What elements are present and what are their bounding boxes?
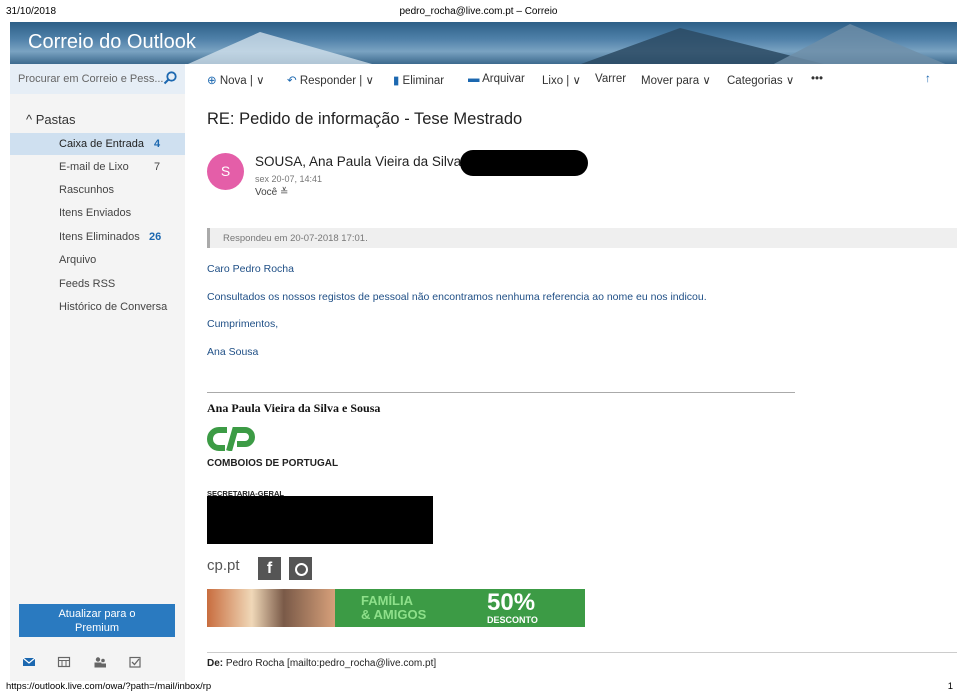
- body-closing: Cumprimentos,: [207, 318, 279, 330]
- promo-title: FAMÍLIA & AMIGOS: [361, 594, 426, 622]
- signature-name: Ana Paula Vieira da Silva e Sousa: [207, 401, 381, 415]
- promo-line2: & AMIGOS: [361, 607, 427, 622]
- app-banner: Correio do Outlook: [10, 22, 957, 64]
- folder-label: E-mail de Lixo: [59, 161, 129, 173]
- avatar[interactable]: S: [207, 153, 244, 190]
- quoted-from-label: De:: [207, 658, 224, 669]
- folder-count: 4: [154, 138, 161, 150]
- folders-header-label: Pastas: [35, 112, 76, 127]
- cp-logo: [207, 427, 255, 451]
- quoted-from-value: Pedro Rocha [mailto:pedro_rocha@live.com…: [225, 658, 437, 669]
- mountain-graphic: [770, 24, 950, 64]
- company-name: COMBOIOS DE PORTUGAL: [207, 458, 339, 469]
- reply-icon: ↶: [287, 75, 297, 87]
- recipient[interactable]: Você ≚: [255, 187, 288, 198]
- folder-drafts[interactable]: Rascunhos: [10, 179, 185, 201]
- upgrade-premium-button[interactable]: Atualizar para o Premium: [19, 604, 175, 637]
- upgrade-line1: Atualizar para o: [58, 608, 136, 620]
- folder-label: Rascunhos: [59, 184, 115, 196]
- promo-banner[interactable]: FAMÍLIA & AMIGOS 50% DESCONTO: [207, 589, 585, 627]
- sender-name[interactable]: SOUSA, Ana Paula Vieira da Silva e: [255, 154, 472, 169]
- print-page-number: 1: [947, 681, 953, 692]
- body-sign: Ana Sousa: [207, 346, 259, 358]
- folder-conversation-history[interactable]: Histórico de Conversa: [10, 296, 185, 318]
- folder-label: Arquivo: [59, 254, 97, 266]
- folder-label: Caixa de Entrada: [59, 138, 144, 150]
- folder-label: Feeds RSS: [59, 278, 116, 290]
- module-switcher: [22, 652, 159, 668]
- upgrade-line2: Premium: [74, 622, 119, 634]
- promo-percent: 50%: [487, 589, 536, 616]
- print-url: https://outlook.live.com/owa/?path=/mail…: [6, 681, 212, 692]
- folder-inbox[interactable]: Caixa de Entrada 4: [10, 133, 185, 155]
- replied-notice: Respondeu em 20-07-2018 17:01.: [207, 228, 957, 248]
- folder-label: Itens Eliminados: [59, 231, 140, 243]
- sweep-label: Varrer: [595, 73, 627, 85]
- print-title: pedro_rocha@live.com.pt – Correio: [399, 6, 558, 17]
- mountain-graphic: [170, 32, 400, 64]
- body-greeting: Caro Pedro Rocha: [207, 263, 294, 275]
- up-arrow-icon[interactable]: ↑: [925, 73, 931, 85]
- more-button[interactable]: •••: [811, 73, 823, 85]
- print-header: 31/10/2018 pedro_rocha@live.com.pt – Cor…: [0, 0, 957, 22]
- folder-deleted[interactable]: Itens Eliminados 26: [10, 226, 185, 248]
- people-icon[interactable]: [93, 655, 107, 668]
- sweep-button[interactable]: Varrer: [595, 73, 626, 85]
- plus-circle-icon: ⊕: [207, 75, 217, 87]
- chevron-up-icon: ^: [26, 112, 33, 127]
- folders-header[interactable]: ^ Pastas: [26, 112, 75, 127]
- new-button[interactable]: ⊕ Nova | ∨: [207, 73, 265, 87]
- instagram-icon[interactable]: [289, 557, 312, 580]
- trash-icon: ▮: [393, 75, 400, 87]
- folder-sent[interactable]: Itens Enviados: [10, 202, 185, 224]
- redaction: [460, 150, 588, 176]
- categories-button[interactable]: Categorias ∨: [727, 73, 794, 87]
- message-subject: RE: Pedido de informação - Tese Mestrado: [207, 110, 523, 128]
- folder-label: Itens Enviados: [59, 207, 132, 219]
- folder-archive[interactable]: Arquivo: [10, 249, 185, 271]
- quote-divider: [207, 652, 957, 653]
- quoted-from: De: Pedro Rocha [mailto:pedro_rocha@live…: [207, 658, 436, 669]
- print-footer: https://outlook.live.com/owa/?path=/mail…: [6, 681, 957, 692]
- folder-label: Histórico de Conversa: [59, 301, 168, 313]
- delete-button[interactable]: ▮ Eliminar: [393, 73, 444, 87]
- site-link[interactable]: cp.pt: [207, 557, 240, 574]
- archive-button[interactable]: ▬ Arquivar: [468, 73, 525, 85]
- promo-line1: FAMÍLIA: [361, 593, 413, 608]
- folder-count: 7: [154, 161, 161, 173]
- reply-label: Responder: [299, 75, 357, 87]
- folder-rss[interactable]: Feeds RSS: [10, 273, 185, 295]
- calendar-icon[interactable]: [57, 655, 71, 667]
- app-brand[interactable]: Correio do Outlook: [28, 31, 196, 54]
- archive-icon: ▬: [468, 73, 480, 85]
- move-label: Mover para: [641, 75, 700, 87]
- junk-button[interactable]: Lixo | ∨: [542, 73, 581, 87]
- reply-button[interactable]: ↶ Responder | ∨: [287, 73, 374, 87]
- junk-label: Lixo: [542, 75, 564, 87]
- redaction: [207, 496, 433, 544]
- body-paragraph: Consultados os nossos registos de pessoa…: [207, 291, 707, 303]
- promo-discount: DESCONTO: [487, 615, 538, 625]
- mail-icon[interactable]: [22, 655, 36, 667]
- search-input[interactable]: Procurar em Correio e Pess...: [18, 73, 164, 85]
- categories-label: Categorias: [727, 75, 783, 87]
- search-box[interactable]: Procurar em Correio e Pess...: [10, 64, 185, 94]
- move-to-button[interactable]: Mover para ∨: [641, 73, 711, 87]
- signature-divider: [207, 392, 795, 393]
- delete-label: Eliminar: [402, 75, 445, 87]
- search-icon[interactable]: [163, 71, 177, 85]
- folder-count: 26: [149, 231, 162, 243]
- folder-junk[interactable]: E-mail de Lixo 7: [10, 156, 185, 178]
- sent-date: sex 20-07, 14:41: [255, 174, 323, 184]
- new-label: Nova: [219, 75, 247, 87]
- facebook-icon[interactable]: f: [258, 557, 281, 580]
- command-toolbar: ⊕ Nova | ∨ ↶ Responder | ∨ ▮ Eliminar ▬ …: [185, 64, 957, 94]
- tasks-icon[interactable]: [128, 655, 142, 668]
- archive-label: Arquivar: [482, 73, 525, 85]
- promo-photo: [207, 589, 335, 627]
